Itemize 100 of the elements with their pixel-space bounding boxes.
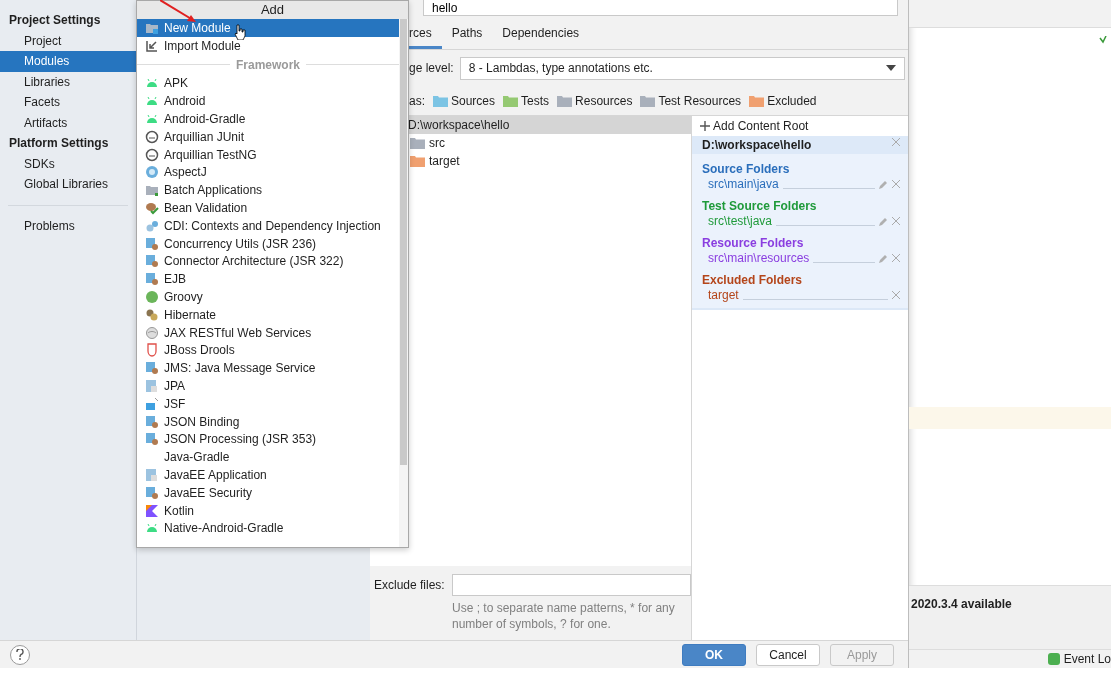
content-root-path: D:\workspace\hello — [702, 138, 812, 152]
import-icon — [145, 38, 159, 53]
sidebar-item[interactable]: Libraries — [0, 71, 136, 92]
add-content-root-button[interactable]: Add Content Root — [692, 116, 908, 136]
scrollbar-thumb[interactable] — [400, 19, 407, 465]
sidebar-item[interactable]: Facets — [0, 92, 136, 113]
menu-item[interactable]: CDI: Contexts and Dependency Injection — [137, 216, 399, 235]
ring-icon — [145, 147, 159, 162]
sidebar-item[interactable]: Artifacts — [0, 112, 136, 133]
section-heading: Platform Settings — [8, 135, 110, 152]
kotlin-icon — [145, 503, 159, 518]
sidebar-item[interactable]: Problems — [0, 215, 136, 236]
menu-item[interactable]: Concurrency Utils (JSR 236) — [137, 234, 399, 253]
close-icon[interactable] — [892, 217, 900, 225]
folder-path: src\test\java — [708, 214, 773, 228]
pointer-arrow — [160, 0, 198, 24]
mark-as-link[interactable]: Test Resources — [658, 94, 742, 108]
plugin-icon — [145, 361, 159, 376]
plugin-icon — [145, 254, 159, 269]
ring-icon — [145, 129, 159, 144]
menu-item[interactable]: Connector Architecture (JSR 322) — [137, 252, 399, 271]
section-title: Source Folders — [701, 161, 791, 177]
plugin-icon — [145, 236, 159, 251]
mark-as-link[interactable]: Tests — [521, 94, 550, 108]
sheet-icon — [145, 468, 159, 482]
close-icon[interactable] — [892, 254, 900, 262]
caret-icon — [886, 65, 896, 71]
menu-item[interactable]: Java-Gradle — [137, 448, 399, 467]
menu-item[interactable]: JBoss Drools — [137, 341, 399, 360]
menu-item[interactable]: Kotlin — [137, 501, 399, 520]
menu-item[interactable]: JavaEE Application — [137, 466, 399, 484]
close-icon[interactable] — [892, 138, 900, 146]
plugin-icon — [145, 272, 159, 287]
event-log-icon — [1047, 653, 1060, 665]
menu-item[interactable]: Batch Applications — [137, 181, 399, 200]
jsf-icon — [145, 396, 159, 411]
menu-item[interactable]: JSON Binding — [137, 412, 399, 431]
folder-path: src\main\resources — [708, 251, 810, 265]
drools-icon — [145, 343, 159, 358]
tab[interactable]: Dependencies — [502, 26, 590, 49]
mark-as-link[interactable]: Excluded — [767, 94, 817, 108]
sidebar-item[interactable]: Modules — [0, 51, 136, 72]
menu-item[interactable]: New Module — [137, 19, 399, 37]
sidebar-item[interactable]: Project — [0, 30, 136, 51]
field-label: ge level: — [409, 61, 454, 75]
menu-item[interactable]: APK — [137, 74, 399, 93]
exclude-files-field[interactable] — [452, 574, 691, 596]
mark-as-link[interactable]: Sources — [451, 94, 496, 108]
menu-item[interactable]: JavaEE Security — [137, 483, 399, 502]
plugin-icon — [145, 485, 159, 500]
tab[interactable]: Paths — [451, 26, 493, 49]
plugin-icon — [145, 414, 159, 429]
sidebar-item[interactable]: SDKs — [0, 153, 136, 174]
dialog-button[interactable]: Cancel — [756, 643, 820, 666]
pencil-icon[interactable] — [879, 253, 888, 263]
dialog-button[interactable]: OK — [682, 643, 746, 666]
field-label: Exclude files: — [374, 578, 446, 592]
globe-icon — [145, 325, 159, 340]
section-heading: Project Settings — [8, 12, 102, 29]
bean-icon — [145, 201, 159, 216]
folder-path: target — [708, 288, 739, 302]
close-icon[interactable] — [892, 180, 900, 188]
section-title: Excluded Folders — [701, 272, 804, 288]
menu-item[interactable]: JMS: Java Message Service — [137, 359, 399, 378]
groovy-icon — [145, 290, 159, 305]
group-label: Framework — [236, 57, 300, 72]
menu-item[interactable]: Groovy — [137, 288, 399, 306]
section-title: Resource Folders — [701, 235, 805, 251]
menu-item[interactable]: Android — [137, 92, 399, 111]
hibernate-icon — [145, 307, 159, 322]
folder-icon — [145, 183, 159, 198]
update-notice: 2020.3.4 available — [909, 585, 1111, 621]
plugin-icon — [145, 432, 159, 447]
popup-title: Add — [137, 1, 408, 19]
mark-as-link[interactable]: Resources — [575, 94, 633, 108]
help-icon — [16, 649, 24, 660]
name-field[interactable]: hello — [423, 0, 898, 16]
menu-item[interactable]: Native-Android-Gradle — [137, 519, 399, 538]
sidebar-item[interactable]: Global Libraries — [0, 174, 136, 195]
pencil-icon[interactable] — [879, 216, 888, 226]
menu-item[interactable]: JPA — [137, 377, 399, 395]
circle-icon — [145, 165, 159, 180]
close-icon[interactable] — [892, 291, 900, 299]
menu-item[interactable]: JSON Processing (JSR 353) — [137, 430, 399, 449]
check-icon — [1099, 36, 1107, 44]
menu-item[interactable]: Bean Validation — [137, 199, 399, 217]
plus-icon — [700, 121, 710, 131]
sheet-icon — [145, 379, 159, 394]
hint-text: Use ; to separate name patterns, * for any number of symbols, ? for one. — [452, 600, 676, 632]
language-level-dropdown[interactable]: 8 - Lambdas, type annotations etc. — [459, 56, 905, 80]
section-title: Test Source Folders — [701, 198, 818, 214]
menu-item[interactable]: Import Module — [137, 36, 399, 55]
gears-icon — [145, 218, 159, 233]
pencil-icon[interactable] — [879, 179, 888, 189]
menu-item[interactable]: JSF — [137, 394, 399, 413]
help-button[interactable] — [10, 644, 30, 665]
menu-item[interactable]: JAX RESTful Web Services — [137, 323, 399, 342]
event-log-link[interactable]: Event Lo — [1063, 652, 1111, 666]
menu-item[interactable]: EJB — [137, 270, 399, 289]
menu-item[interactable]: Hibernate — [137, 305, 399, 324]
